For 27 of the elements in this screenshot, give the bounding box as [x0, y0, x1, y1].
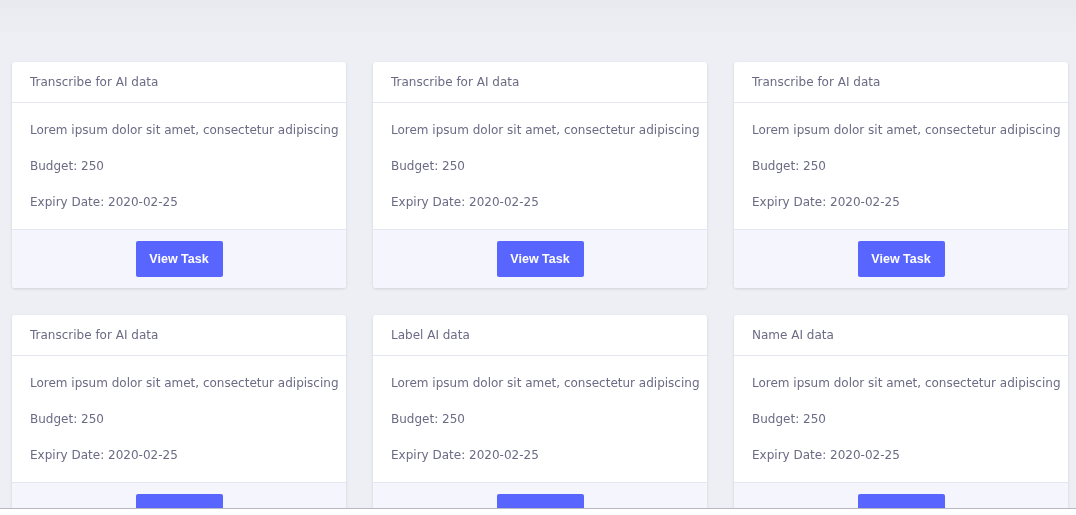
view-task-button[interactable]: View Task [496, 241, 584, 277]
expiry-date-text: Expiry Date: 2020-02-25 [391, 447, 539, 464]
card-title: Name AI data [752, 328, 834, 342]
task-description: Lorem ipsum dolor sit amet, consectetur adipiscing [391, 122, 700, 139]
budget-text: Budget: 250 [752, 411, 826, 428]
view-task-button[interactable]: View Task [135, 241, 223, 277]
card-title: Label AI data [391, 328, 470, 342]
task-description: Lorem ipsum dolor sit amet, consectetur adipiscing [752, 122, 1061, 139]
card-title: Transcribe for AI data [30, 328, 159, 342]
task-description: Lorem ipsum dolor sit amet, consectetur adipiscing [30, 122, 339, 139]
expiry-date-text: Expiry Date: 2020-02-25 [752, 194, 900, 211]
card-title: Transcribe for AI data [752, 75, 881, 89]
expiry-date-text: Expiry Date: 2020-02-25 [391, 194, 539, 211]
task-description: Lorem ipsum dolor sit amet, consectetur adipiscing [30, 375, 339, 392]
budget-text: Budget: 250 [391, 158, 465, 175]
card-title: Transcribe for AI data [391, 75, 520, 89]
task-description: Lorem ipsum dolor sit amet, consectetur adipiscing [391, 375, 700, 392]
budget-text: Budget: 250 [752, 158, 826, 175]
expiry-date-text: Expiry Date: 2020-02-25 [30, 194, 178, 211]
view-task-button[interactable]: View Task [857, 241, 945, 277]
expiry-date-text: Expiry Date: 2020-02-25 [752, 447, 900, 464]
card-title: Transcribe for AI data [30, 75, 159, 89]
task-description: Lorem ipsum dolor sit amet, consectetur adipiscing [752, 375, 1061, 392]
expiry-date-text: Expiry Date: 2020-02-25 [30, 447, 178, 464]
budget-text: Budget: 250 [30, 158, 104, 175]
budget-text: Budget: 250 [30, 411, 104, 428]
budget-text: Budget: 250 [391, 411, 465, 428]
